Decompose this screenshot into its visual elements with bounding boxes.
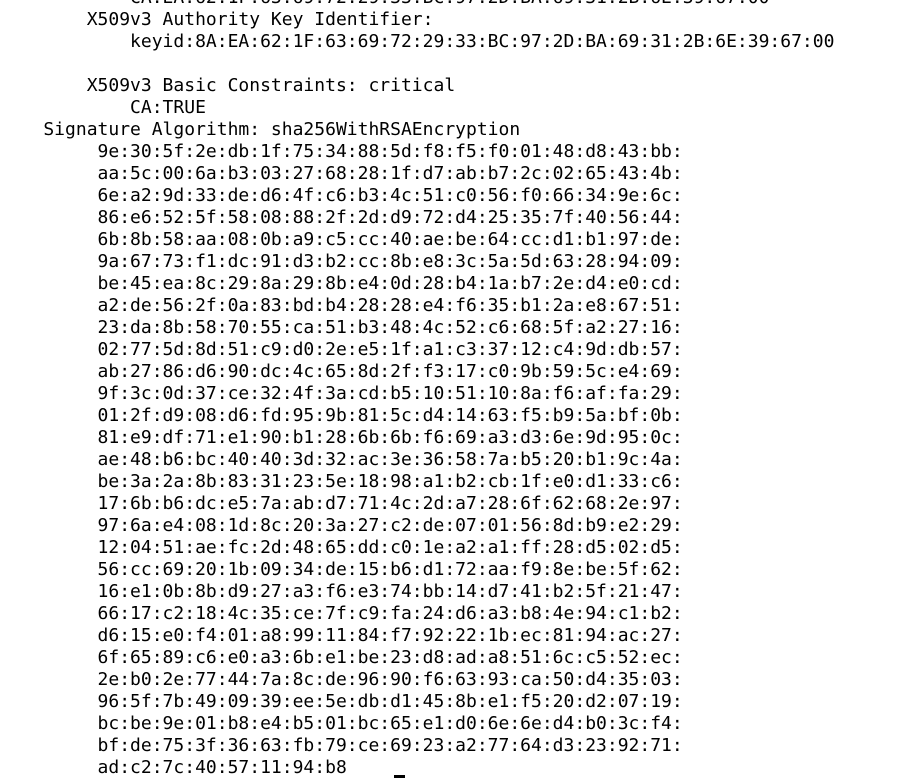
terminal-line: ae:48:b6:bc:40:40:3d:32:ac:3e:36:58:7a:b… (0, 449, 683, 470)
text-cursor (394, 775, 405, 778)
terminal-line: bc:be:9e:01:b8:e4:b5:01:bc:65:e1:d0:6e:6… (0, 713, 683, 734)
terminal-line: X509v3 Basic Constraints: critical (0, 75, 456, 96)
terminal-line: 9a:67:73:f1:dc:91:d3:b2:cc:8b:e8:3c:5a:5… (0, 251, 683, 272)
terminal-line: 97:6a:e4:08:1d:8c:20:3a:27:c2:de:07:01:5… (0, 515, 683, 536)
terminal-line: be:45:ea:8c:29:8a:29:8b:e4:0d:28:b4:1a:b… (0, 273, 683, 294)
terminal-line: 66:17:c2:18:4c:35:ce:7f:c9:fa:24:d6:a3:b… (0, 603, 683, 624)
terminal-line: d6:15:e0:f4:01:a8:99:11:84:f7:92:22:1b:e… (0, 625, 683, 646)
terminal-line: 6b:8b:58:aa:08:0b:a9:c5:cc:40:ae:be:64:c… (0, 229, 683, 250)
terminal-line: 96:5f:7b:49:09:39:ee:5e:db:d1:45:8b:e1:f… (0, 691, 683, 712)
terminal-line: X509v3 Authority Key Identifier: (0, 9, 445, 30)
terminal-line: 2e:b0:2e:77:44:7a:8c:de:96:90:f6:63:93:c… (0, 669, 683, 690)
terminal-line: 86:e6:52:5f:58:08:88:2f:2d:d9:72:d4:25:3… (0, 207, 683, 228)
terminal-line: bf:de:75:3f:36:63:fb:79:ce:69:23:a2:77:6… (0, 735, 683, 756)
terminal-line: 9e:30:5f:2e:db:1f:75:34:88:5d:f8:f5:f0:0… (0, 141, 683, 162)
terminal-line: 6f:65:89:c6:e0:a3:6b:e1:be:23:d8:ad:a8:5… (0, 647, 683, 668)
terminal-output[interactable]: CA:EA:62:1F:63:69:72:29:33:BC:97:2D:BA:6… (0, 0, 922, 780)
terminal-line: 12:04:51:ae:fc:2d:48:65:dd:c0:1e:a2:a1:f… (0, 537, 683, 558)
terminal-line: aa:5c:00:6a:b3:03:27:68:28:1f:d7:ab:b7:2… (0, 163, 683, 184)
terminal-line: 23:da:8b:58:70:55:ca:51:b3:48:4c:52:c6:6… (0, 317, 683, 338)
terminal-line: a2:de:56:2f:0a:83:bd:b4:28:28:e4:f6:35:b… (0, 295, 683, 316)
terminal-line: 02:77:5d:8d:51:c9:d0:2e:e5:1f:a1:c3:37:1… (0, 339, 683, 360)
terminal-line: CA:TRUE (0, 97, 206, 118)
terminal-line: CA:EA:62:1F:63:69:72:29:33:BC:97:2D:BA:6… (0, 0, 769, 9)
terminal-line: be:3a:2a:8b:83:31:23:5e:18:98:a1:b2:cb:1… (0, 471, 683, 492)
terminal-line: 17:6b:b6:dc:e5:7a:ab:d7:71:4c:2d:a7:28:6… (0, 493, 683, 514)
terminal-line: ad:c2:7c:40:57:11:94:b8 (0, 757, 347, 778)
terminal-line: ab:27:86:d6:90:dc:4c:65:8d:2f:f3:17:c0:9… (0, 361, 683, 382)
terminal-line: 6e:a2:9d:33:de:d6:4f:c6:b3:4c:51:c0:56:f… (0, 185, 683, 206)
terminal-line: Signature Algorithm: sha256WithRSAEncryp… (0, 119, 521, 140)
terminal-line: 56:cc:69:20:1b:09:34:de:15:b6:d1:72:aa:f… (0, 559, 683, 580)
terminal-line: keyid:8A:EA:62:1F:63:69:72:29:33:BC:97:2… (0, 31, 835, 52)
terminal-line: 81:e9:df:71:e1:90:b1:28:6b:6b:f6:69:a3:d… (0, 427, 683, 448)
terminal-line: 9f:3c:0d:37:ce:32:4f:3a:cd:b5:10:51:10:8… (0, 383, 683, 404)
terminal-line: 01:2f:d9:08:d6:fd:95:9b:81:5c:d4:14:63:f… (0, 405, 683, 426)
terminal-line: 16:e1:0b:8b:d9:27:a3:f6:e3:74:bb:14:d7:4… (0, 581, 683, 602)
